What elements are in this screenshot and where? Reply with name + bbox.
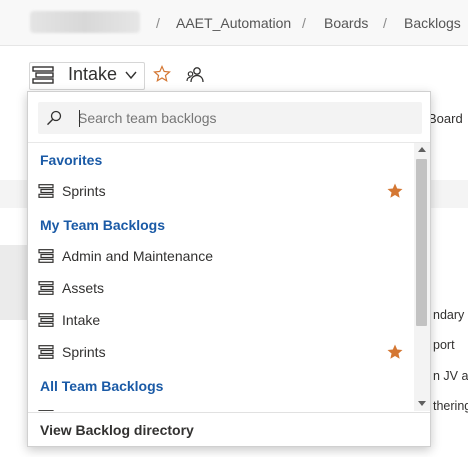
breadcrumb-separator: / <box>302 15 306 31</box>
board-view-toggle[interactable]: Board <box>428 111 463 126</box>
list-item-assets[interactable]: Assets <box>28 274 414 304</box>
backlog-icon <box>38 184 54 198</box>
backlog-list: Favorites Sprints My Team Backlogs Admin… <box>28 143 414 411</box>
backlog-picker-dropdown: Favorites Sprints My Team Backlogs Admin… <box>27 91 431 447</box>
backlog-icon <box>38 345 54 359</box>
scroll-down-arrow-icon[interactable] <box>418 401 426 406</box>
breadcrumb-boards[interactable]: Boards <box>324 15 368 31</box>
top-navigation-bar: / AAET_Automation / Boards / Backlogs <box>0 0 468 46</box>
scrollbar-thumb[interactable] <box>416 159 427 326</box>
list-item-partial[interactable] <box>28 403 414 411</box>
backlog-icon <box>38 249 54 263</box>
chevron-down-icon[interactable] <box>124 68 138 82</box>
search-box[interactable] <box>38 102 422 134</box>
background-row-text: n JV an <box>433 369 468 383</box>
background-row-highlight <box>0 245 28 320</box>
backlog-icon <box>38 410 54 411</box>
background-row-text: ndary a <box>433 308 468 322</box>
breadcrumb-project[interactable]: AAET_Automation <box>176 15 291 31</box>
group-header-my-team-backlogs: My Team Backlogs <box>40 217 166 233</box>
favorite-star-outline-icon[interactable] <box>153 65 171 83</box>
breadcrumb-backlogs[interactable]: Backlogs <box>404 15 461 31</box>
star-icon[interactable] <box>386 182 404 200</box>
background-row-text: thering <box>433 399 468 413</box>
list-scrollbar[interactable] <box>414 143 430 411</box>
text-cursor <box>79 110 80 127</box>
group-header-all-team-backlogs: All Team Backlogs <box>40 378 164 394</box>
star-icon[interactable] <box>386 343 404 361</box>
view-backlog-directory-link[interactable]: View Backlog directory <box>40 422 194 438</box>
backlog-icon <box>38 313 54 327</box>
list-item-label: Assets <box>62 280 105 296</box>
list-item-favorite-sprints[interactable]: Sprints <box>28 177 414 207</box>
list-item-label: Sprints <box>62 344 106 360</box>
organization-name-blurred[interactable] <box>30 11 140 33</box>
team-icon[interactable] <box>186 66 204 84</box>
breadcrumb-separator: / <box>156 15 160 31</box>
background-row-text: port <box>433 338 455 352</box>
page-title[interactable]: Intake <box>68 64 117 85</box>
list-item-label: Admin and Maintenance <box>62 248 213 264</box>
list-item-sprints[interactable]: Sprints <box>28 338 414 368</box>
breadcrumb-separator: / <box>383 15 387 31</box>
list-item-label: Intake <box>62 312 101 328</box>
search-icon <box>47 110 62 126</box>
scroll-up-arrow-icon[interactable] <box>418 147 426 152</box>
backlog-icon <box>38 281 54 295</box>
search-input[interactable] <box>78 108 408 128</box>
list-item-label: Sprints <box>62 183 106 199</box>
list-item-admin-and-maintenance[interactable]: Admin and Maintenance <box>28 242 414 272</box>
divider <box>28 412 430 413</box>
backlog-icon <box>32 66 54 84</box>
list-item-intake[interactable]: Intake <box>28 306 414 336</box>
group-header-favorites: Favorites <box>40 152 103 168</box>
